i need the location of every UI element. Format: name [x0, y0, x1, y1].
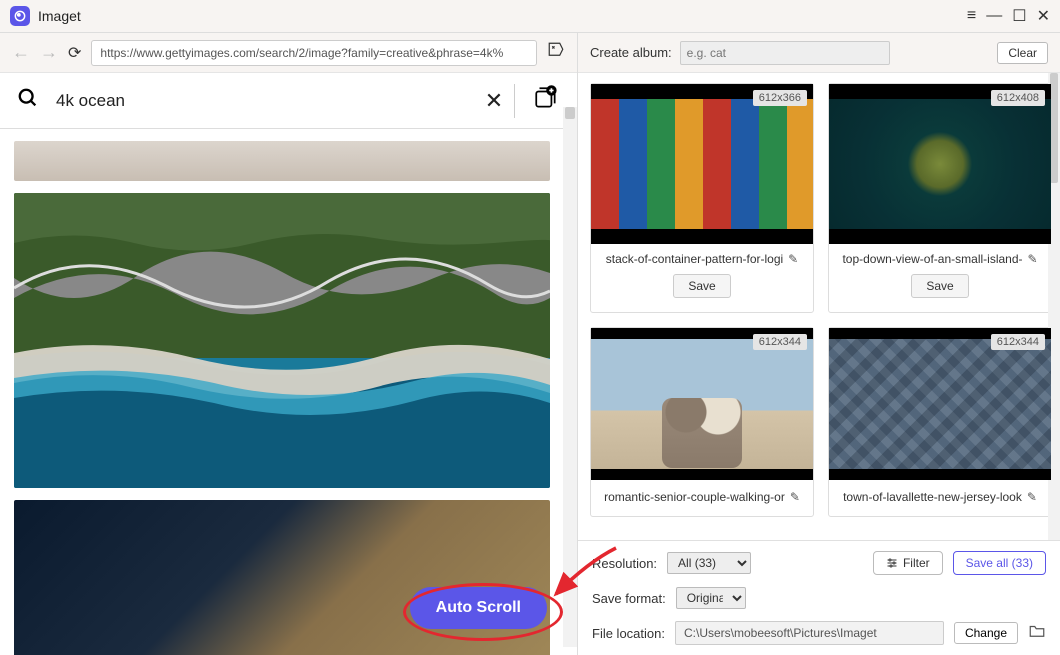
location-label: File location: — [592, 626, 665, 641]
app-title: Imaget — [38, 8, 81, 24]
close-icon[interactable]: ✕ — [1037, 6, 1050, 26]
app-logo-icon — [10, 6, 30, 26]
gallery-image-1[interactable] — [14, 141, 550, 181]
wand-icon[interactable] — [547, 41, 565, 64]
save-button[interactable]: Save — [673, 274, 730, 298]
filter-label: Filter — [903, 556, 930, 570]
minimize-icon[interactable]: — — [986, 7, 1002, 25]
change-button[interactable]: Change — [954, 622, 1018, 644]
dimension-badge: 612x344 — [991, 334, 1045, 350]
thumb-title: top-down-view-of-an-small-island- — [842, 252, 1022, 266]
folder-icon[interactable] — [1028, 622, 1046, 645]
resolution-label: Resolution: — [592, 556, 657, 571]
thumb-image[interactable]: 612x344 — [591, 328, 813, 480]
left-scrollbar[interactable] — [563, 107, 577, 647]
nav-bar: ← → ⟳ — [0, 33, 577, 73]
refresh-icon[interactable]: ⟳ — [68, 43, 81, 63]
save-all-button[interactable]: Save all (33) — [953, 551, 1046, 575]
thumb-card: 612x344 romantic-senior-couple-walking-o… — [590, 327, 814, 517]
image-gallery[interactable]: Auto Scroll — [0, 129, 577, 655]
search-bar: 4k ocean ✕ — [0, 73, 577, 129]
search-clear-icon[interactable]: ✕ — [474, 88, 514, 114]
thumb-card: 612x344 town-of-lavallette-new-jersey-lo… — [828, 327, 1052, 517]
edit-icon[interactable]: ✎ — [1028, 252, 1038, 266]
right-scroll-thumb[interactable] — [1050, 73, 1058, 183]
search-input[interactable]: 4k ocean — [56, 91, 474, 111]
url-input[interactable] — [91, 40, 537, 66]
gallery-image-3[interactable] — [14, 500, 550, 655]
thumb-title: romantic-senior-couple-walking-or — [604, 490, 785, 504]
thumb-image[interactable]: 612x408 — [829, 84, 1051, 244]
left-scroll-thumb[interactable] — [565, 107, 575, 119]
edit-icon[interactable]: ✎ — [788, 252, 798, 266]
search-icon[interactable] — [0, 87, 56, 115]
album-input[interactable] — [680, 41, 890, 65]
edit-icon[interactable]: ✎ — [1027, 490, 1037, 504]
resolution-select[interactable]: All (33) — [667, 552, 751, 574]
save-button[interactable]: Save — [911, 274, 968, 298]
clear-button[interactable]: Clear — [997, 42, 1048, 64]
location-input[interactable] — [675, 621, 944, 645]
footer-controls: Resolution: All (33) Filter Save all (33… — [578, 540, 1060, 655]
results-panel: Create album: Clear 612x366 stack-of-con… — [578, 33, 1060, 655]
format-label: Save format: — [592, 591, 666, 606]
menu-icon[interactable]: ≡ — [967, 7, 976, 25]
auto-scroll-button[interactable]: Auto Scroll — [410, 587, 547, 629]
thumb-title: town-of-lavallette-new-jersey-look — [843, 490, 1022, 504]
thumb-title: stack-of-container-pattern-for-logi — [606, 252, 783, 266]
thumb-card: 612x408 top-down-view-of-an-small-island… — [828, 83, 1052, 313]
dimension-badge: 612x408 — [991, 90, 1045, 106]
dimension-badge: 612x344 — [753, 334, 807, 350]
browser-panel: ← → ⟳ 4k ocean ✕ — [0, 33, 578, 655]
format-select[interactable]: Original — [676, 587, 746, 609]
thumbnail-area: 612x366 stack-of-container-pattern-for-l… — [578, 73, 1060, 540]
album-row: Create album: Clear — [578, 33, 1060, 73]
maximize-icon[interactable]: ☐ — [1012, 6, 1026, 26]
thumb-image[interactable]: 612x344 — [829, 328, 1051, 480]
titlebar: Imaget ≡ — ☐ ✕ — [0, 0, 1060, 32]
edit-icon[interactable]: ✎ — [790, 490, 800, 504]
dimension-badge: 612x366 — [753, 90, 807, 106]
filter-button[interactable]: Filter — [873, 551, 943, 575]
gallery-image-2[interactable] — [14, 193, 550, 488]
forward-icon[interactable]: → — [40, 42, 58, 63]
thumb-card: 612x366 stack-of-container-pattern-for-l… — [590, 83, 814, 313]
back-icon[interactable]: ← — [12, 42, 30, 63]
album-label: Create album: — [590, 45, 672, 60]
thumb-image[interactable]: 612x366 — [591, 84, 813, 244]
